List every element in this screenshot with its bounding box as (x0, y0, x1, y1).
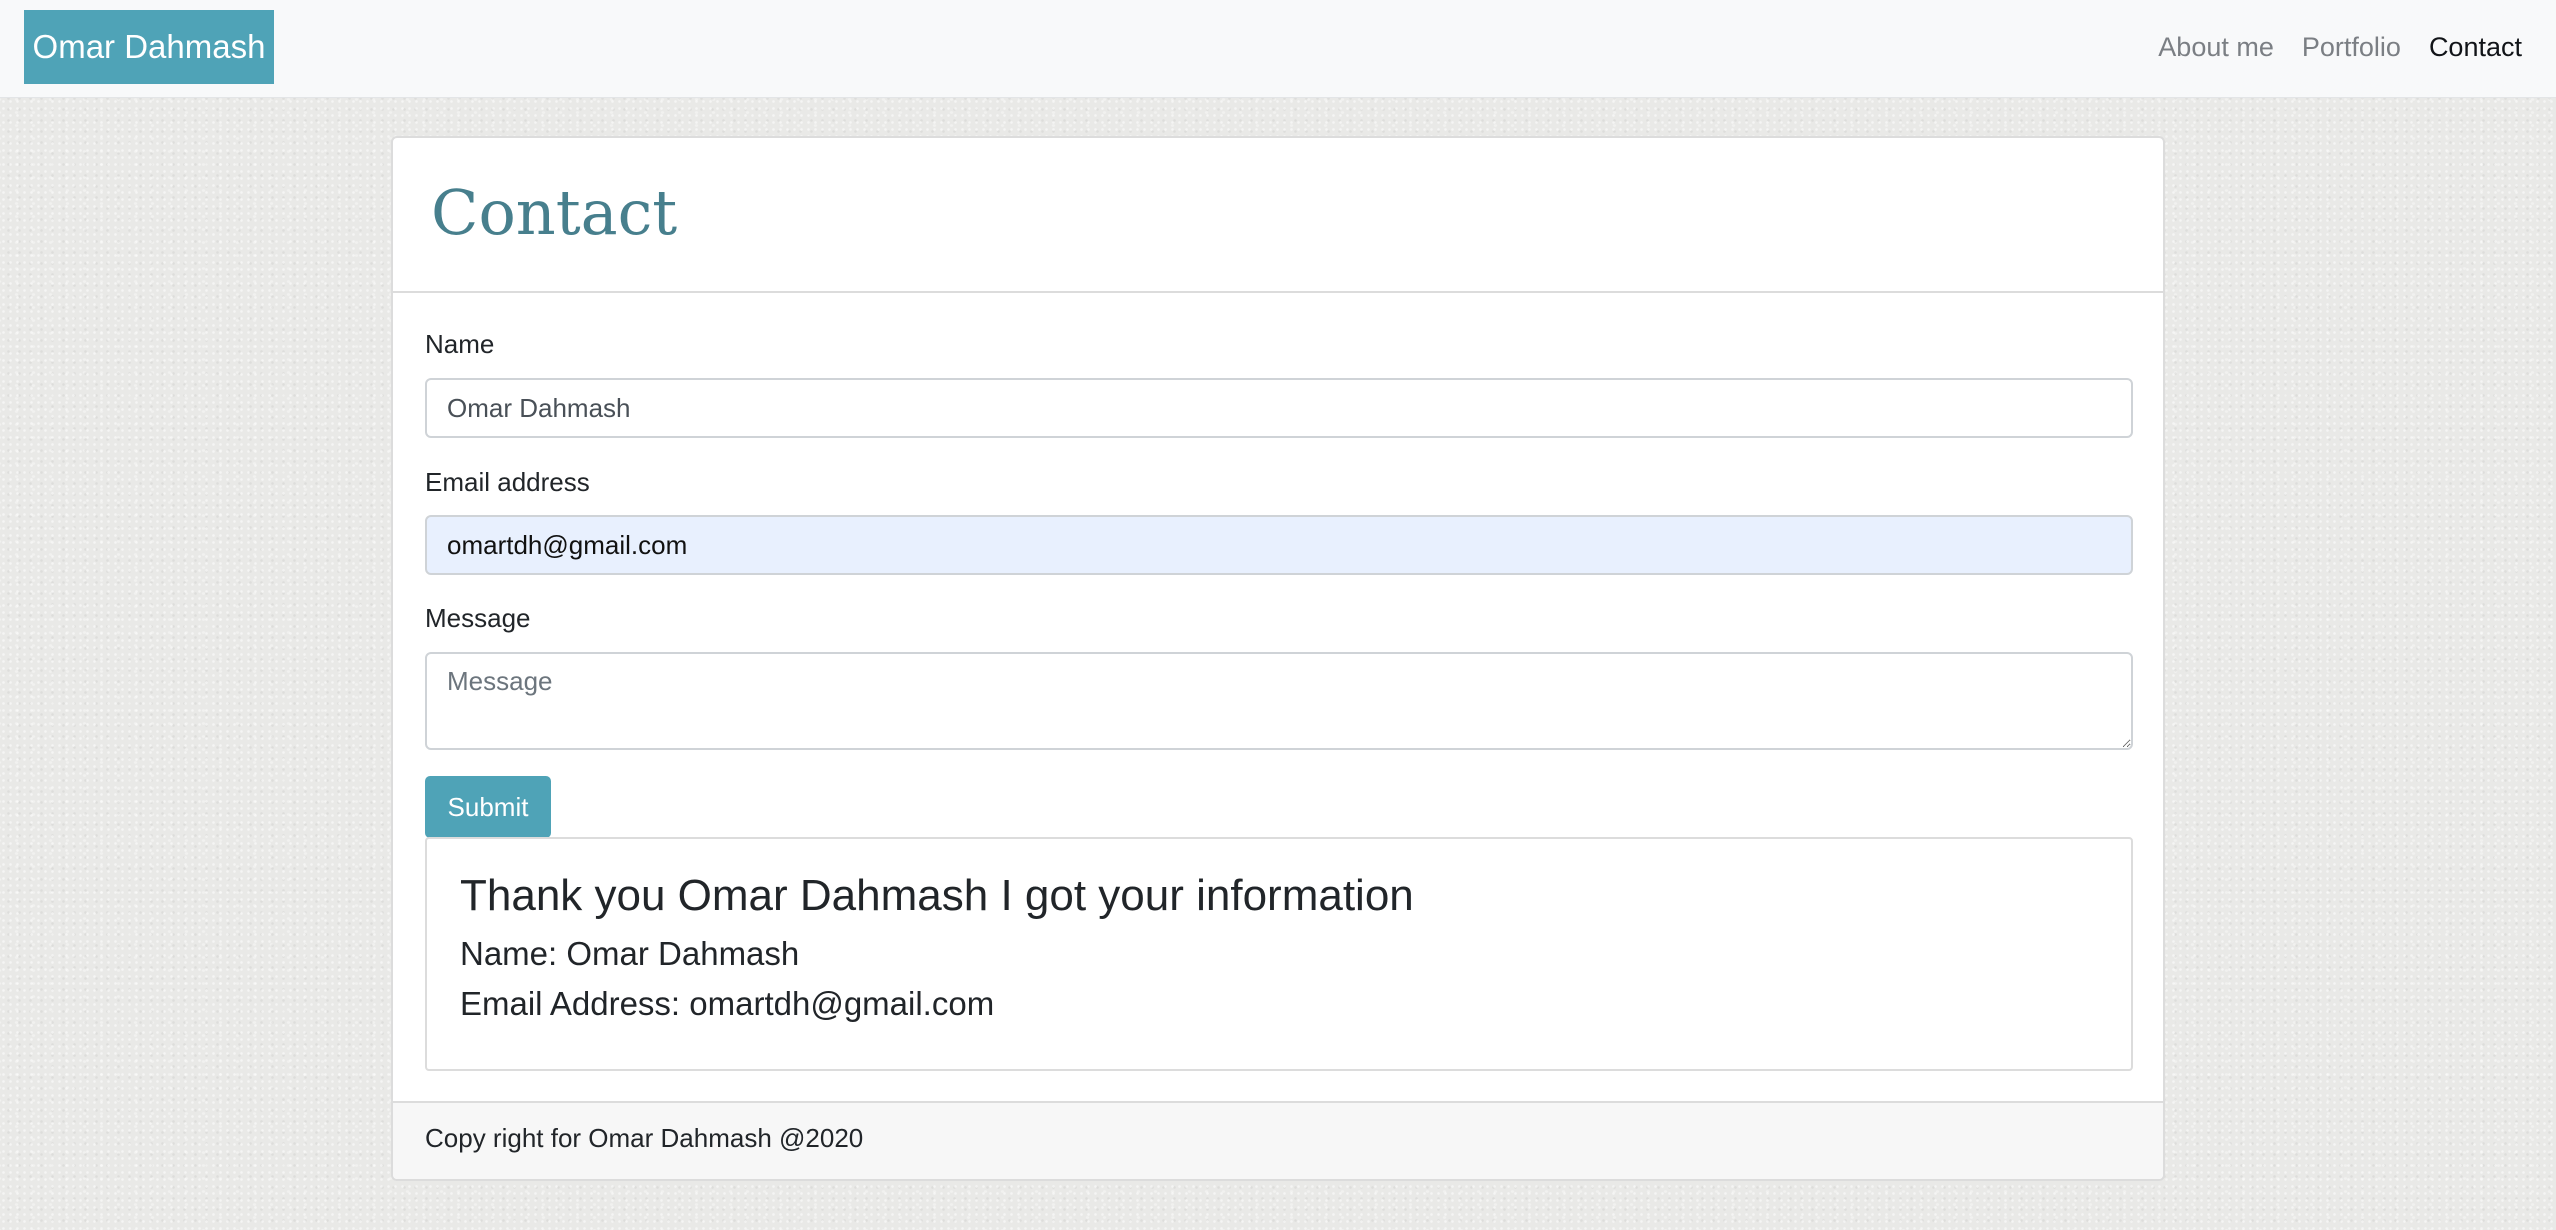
brand-link[interactable]: Omar Dahmash (24, 10, 274, 84)
nav-contact[interactable]: Contact (2429, 32, 2522, 63)
name-input[interactable] (425, 378, 2133, 438)
nav-links: About me Portfolio Contact (2158, 0, 2522, 94)
nav-portfolio[interactable]: Portfolio (2302, 32, 2401, 63)
confirmation-box: Thank you Omar Dahmash I got your inform… (425, 837, 2133, 1071)
page-title: Contact (431, 176, 678, 249)
navbar: Omar Dahmash About me Portfolio Contact (0, 0, 2556, 98)
email-input[interactable] (425, 515, 2133, 575)
submit-button[interactable]: Submit (425, 776, 551, 838)
copyright-text: Copy right for Omar Dahmash @2020 (425, 1123, 864, 1153)
confirmation-email: Email Address: omartdh@gmail.com (460, 985, 995, 1022)
confirmation-name: Name: Omar Dahmash (460, 935, 800, 972)
name-label: Name (425, 329, 495, 359)
contact-card: Contact Name Email address Message Submi… (391, 136, 2165, 1181)
thank-you-heading: Thank you Omar Dahmash I got your inform… (460, 871, 1414, 920)
card-header: Contact (393, 138, 2163, 293)
message-textarea[interactable] (425, 652, 2133, 750)
nav-about-me[interactable]: About me (2158, 32, 2274, 63)
email-label: Email address (425, 467, 590, 497)
card-footer: Copy right for Omar Dahmash @2020 (393, 1101, 2163, 1179)
message-label: Message (425, 603, 531, 633)
